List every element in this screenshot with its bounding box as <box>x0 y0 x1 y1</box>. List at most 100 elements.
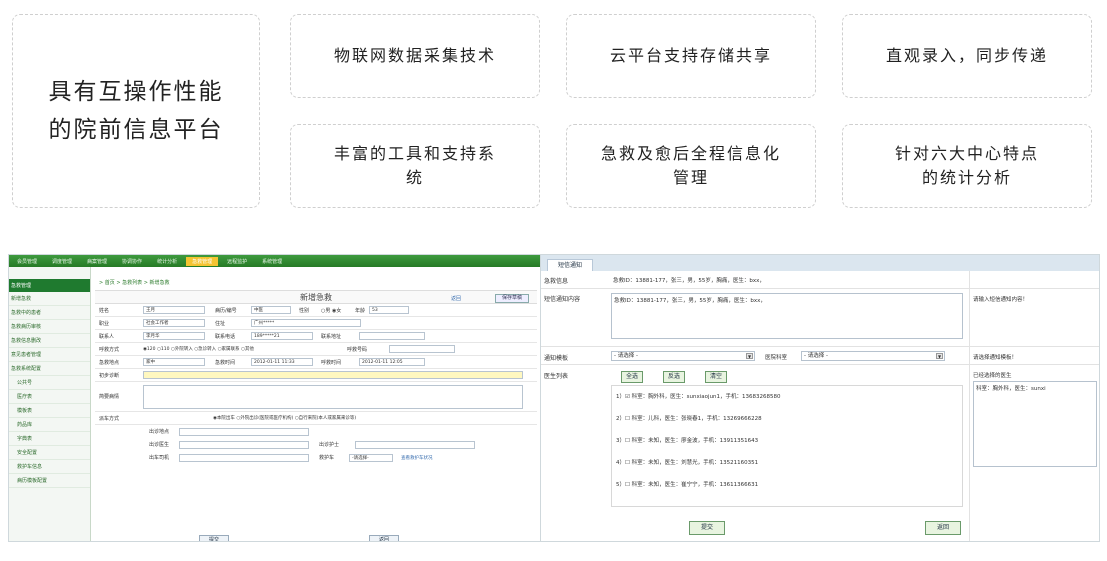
sidebar-subitem[interactable]: 字典表 <box>9 432 90 446</box>
field-label: 联系人 <box>99 333 115 340</box>
sidebar-item[interactable]: 急救中的患者 <box>9 306 90 320</box>
tab-sms[interactable]: 短信通知 <box>547 259 594 271</box>
form-row: 职业 社会工作者 住址 广州***** <box>95 317 537 330</box>
sidebar-subitem[interactable]: 公共号 <box>9 376 90 390</box>
field-label: 姓名 <box>99 307 110 314</box>
field-label: 年龄 <box>355 307 366 314</box>
sidebar-subitem[interactable]: 安全配置 <box>9 446 90 460</box>
feature-input-text: 直观录入，同步传递 <box>885 46 1048 65</box>
field-label: 呼救方式 <box>99 346 120 353</box>
form-row: 联系人 李月华 联系电话 189*****21 联系地址 <box>95 330 537 343</box>
sidebar-subitem[interactable]: 模板表 <box>9 404 90 418</box>
driver-input[interactable] <box>179 453 309 462</box>
sidebar-subitem[interactable]: 药品库 <box>9 418 90 432</box>
phone-input[interactable]: 189*****21 <box>251 332 313 340</box>
sidebar-item[interactable]: 急救信息删改 <box>9 334 90 348</box>
call-mode-radio[interactable]: ◉120 ○110 ○外院转入 ○急诊转入 ○家属联系 ○其他 <box>143 346 343 352</box>
sex-radio[interactable]: ○男 ◉女 <box>321 307 351 314</box>
form-row: 出诊地点 <box>95 425 537 438</box>
contact-input[interactable]: 李月华 <box>143 332 205 340</box>
clear-button[interactable]: 清空 <box>705 371 727 383</box>
field-label: 住址 <box>215 320 226 327</box>
ambulance-select[interactable]: -请选择- <box>349 453 393 462</box>
field-label: 简要病情 <box>99 394 120 400</box>
doctor-list: 1）☑ 科室：胸外科，医生：sunxiaojun1，手机：13683268580… <box>611 385 963 507</box>
row-template: 通知模板 - 请选择 - ▼ 医院科室 - 请选择 - ▼ 请选择通知模板！ <box>541 347 1099 365</box>
nav-tab[interactable]: 会员管理 <box>11 257 43 266</box>
sidebar-subitem[interactable]: 医疗表 <box>9 390 90 404</box>
doctor-item[interactable]: 1）☑ 科室：胸外科，医生：sunxiaojun1，手机：13683268580 <box>616 392 781 400</box>
form-row: 呼救方式 ◉120 ○110 ○外院转入 ○急诊转入 ○家属联系 ○其他 呼救号… <box>95 343 537 356</box>
history-textarea[interactable] <box>143 384 523 409</box>
feature-tools-line2: 统 <box>405 168 424 187</box>
template-select[interactable]: - 请选择 - ▼ <box>611 351 755 361</box>
nav-tab[interactable]: 远程监护 <box>221 257 253 266</box>
feature-card-cloud: 云平台支持存储共享 <box>566 14 816 98</box>
nav-tab[interactable]: 协调协作 <box>116 257 148 266</box>
doctor-item[interactable]: 4）☐ 科室：未知，医生：刘慧光，手机：13521160351 <box>616 458 758 466</box>
nav-tab[interactable]: 统计分析 <box>151 257 183 266</box>
nav-tab-active[interactable]: 急救管理 <box>186 256 219 266</box>
place-input[interactable]: 家中 <box>143 358 205 366</box>
template-label: 通知模板 <box>544 355 569 362</box>
back-button[interactable]: 返回 <box>925 521 961 535</box>
doctor-item[interactable]: 3）☐ 科室：未知，医生：廖金波，手机：13911351643 <box>616 436 758 444</box>
breadcrumb: > 首页 > 急救列表 > 新增急救 <box>99 280 170 286</box>
occupation-input[interactable]: 社会工作者 <box>143 319 205 327</box>
call-time-input[interactable]: 2012-01-11 12:05 <box>359 358 425 366</box>
sidebar-item[interactable]: 急救系统配置 <box>9 362 90 376</box>
nav-tab[interactable]: 调度管理 <box>46 257 78 266</box>
template-select-value: - 请选择 - <box>614 353 638 359</box>
sidebar-subitem[interactable]: 救护车信息 <box>9 460 90 474</box>
feature-tools-line1: 丰富的工具和支持系 <box>333 144 496 163</box>
tab-bar: 短信通知 <box>541 255 1099 271</box>
dept-select[interactable]: - 请选择 - ▼ <box>801 351 945 361</box>
contact-address-input[interactable] <box>359 332 425 340</box>
dropdown-arrow-icon: ▼ <box>936 353 943 359</box>
select-all-button[interactable]: 全选 <box>621 371 643 383</box>
field-label: 救护车 <box>319 455 335 461</box>
dispatch-place-input[interactable] <box>179 427 309 436</box>
dispatch-mode-radio[interactable]: ◉本院出车 ○外院出诊(医院或医疗机构) ○自行来院(本人或家属来诊等) <box>213 415 356 421</box>
field-label: 派车方式 <box>99 415 120 422</box>
top-nav: 会员管理 调度管理 病案管理 协调协作 统计分析 急救管理 远程监护 系统管理 <box>9 255 541 267</box>
feature-stats-line1: 针对六大中心特点 <box>894 144 1039 163</box>
sidebar-subitem[interactable]: 病历模板配置 <box>9 474 90 488</box>
sidebar-item[interactable]: 急救病历审核 <box>9 320 90 334</box>
ambulance-status-link[interactable]: 查看救护车状况 <box>401 455 433 461</box>
nav-tab[interactable]: 系统管理 <box>256 257 288 266</box>
time-input[interactable]: 2012-01-11 11:33 <box>251 358 313 366</box>
form-row: 派车方式 ◉本院出车 ○外院出诊(医院或医疗机构) ○自行来院(本人或家属来诊等… <box>95 412 537 425</box>
name-input[interactable]: 王月 <box>143 306 205 314</box>
back-link[interactable]: 返回 <box>451 292 461 306</box>
doctor-item[interactable]: 5）☐ 科室：未知，医生：崔宁宁，手机：13611366631 <box>616 480 758 488</box>
diagnosis-input[interactable] <box>143 371 523 379</box>
field-label: 急救时间 <box>215 359 236 366</box>
doctor-item[interactable]: 2）☐ 科室：儿科，医生：张晓春1，手机：13269666228 <box>616 414 762 422</box>
field-label: 联系地址 <box>321 333 342 340</box>
submit-button[interactable]: 提交 <box>689 521 725 535</box>
feature-card-tools: 丰富的工具和支持系统 <box>290 124 540 208</box>
content-hint: 请输入短信通知内容！ <box>973 297 1029 303</box>
age-input[interactable]: 53 <box>369 306 409 314</box>
save-draft-button[interactable]: 保存草稿 <box>494 294 529 303</box>
submit-button[interactable]: 提交 <box>199 535 229 541</box>
field-label: 呼救号码 <box>347 346 368 353</box>
content-textarea[interactable]: 急救ID：13881-177，张三，男，55岁，胸痛，医生：bxx， <box>611 293 963 339</box>
back-button[interactable]: 返回 <box>369 535 399 541</box>
info-value: 急救ID：13881-177，张三，男，55岁，胸痛，医生：bxx， <box>613 278 765 284</box>
invert-select-button[interactable]: 反选 <box>663 371 685 383</box>
nav-tab[interactable]: 病案管理 <box>81 257 113 266</box>
form-row: 姓名 王月 病历/编号 中医 性别 ○男 ◉女 年龄 53 <box>95 304 537 317</box>
sidebar-item[interactable]: 新增急救 <box>9 292 90 306</box>
dispatch-nurse-input[interactable] <box>355 440 475 449</box>
address-input[interactable]: 广州***** <box>251 319 361 327</box>
id-input[interactable]: 中医 <box>251 306 291 314</box>
feature-iot-text: 物联网数据采集技术 <box>333 46 496 65</box>
sidebar-item[interactable]: 意见患者管理 <box>9 348 90 362</box>
selected-doctors-box[interactable]: 科室：胸外科，医生：sunxi <box>973 381 1097 467</box>
dispatch-doctor-input[interactable] <box>179 440 309 449</box>
feature-fullprocess-line1: 急救及愈后全程信息化 <box>600 144 781 163</box>
field-label: 急救地点 <box>99 359 120 366</box>
call-number-input[interactable] <box>389 345 455 353</box>
